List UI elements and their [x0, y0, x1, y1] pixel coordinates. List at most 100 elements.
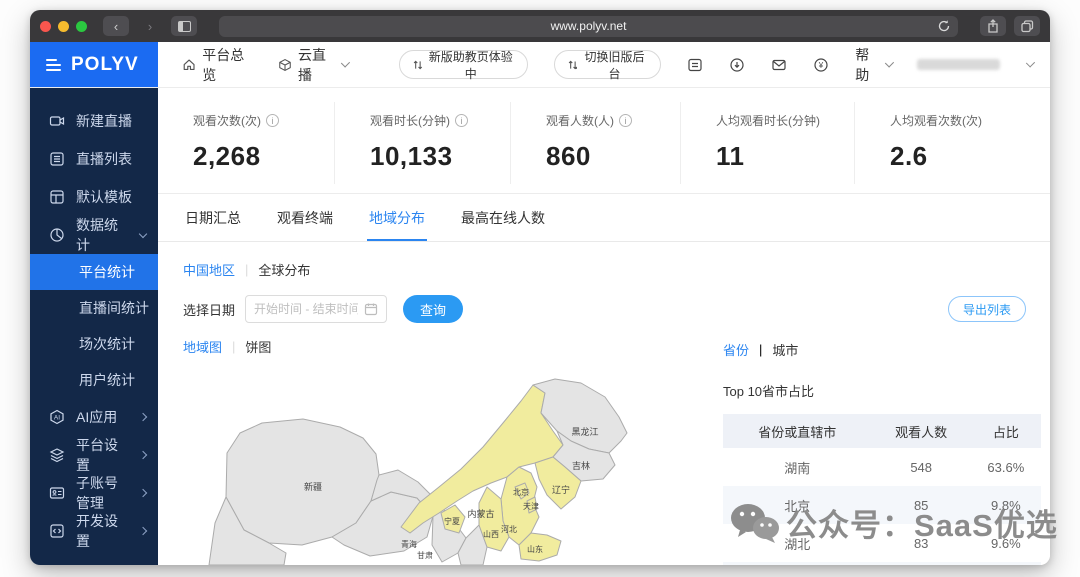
- tabs-icon: [1020, 19, 1033, 32]
- toggle-province[interactable]: 省份: [723, 340, 749, 359]
- stat-value: 10,133: [370, 141, 453, 171]
- sidebar-item-new-live[interactable]: 新建直播: [30, 102, 158, 140]
- query-button[interactable]: 查询: [403, 295, 464, 323]
- url-text: www.polyv.net: [550, 19, 627, 33]
- app-header: POLYV 平台总览 云直播 新版助教页体验中 切换旧版后台 ¥ 帮助: [30, 42, 1050, 88]
- stat-view-duration: 观看时长(分钟) i 10,133: [334, 102, 510, 184]
- back-button[interactable]: ‹: [103, 16, 129, 36]
- billing-button[interactable]: ¥: [813, 56, 829, 74]
- divider: |: [245, 262, 249, 277]
- reload-icon[interactable]: [937, 19, 951, 33]
- browser-titlebar: ‹ › www.polyv.net: [30, 10, 1050, 42]
- info-icon[interactable]: i: [266, 114, 279, 127]
- stat-value: 11: [716, 141, 745, 171]
- pie-chart-icon: [48, 227, 65, 244]
- minimize-window-button[interactable]: [58, 20, 69, 32]
- sidebar-item-dev-settings[interactable]: 开发设置: [30, 512, 158, 550]
- toggle-city[interactable]: 城市: [772, 340, 798, 359]
- code-icon: [48, 523, 65, 540]
- info-icon[interactable]: i: [455, 114, 468, 127]
- top10-title: Top 10省市占比: [723, 384, 815, 399]
- account-name-redacted[interactable]: [917, 59, 1000, 70]
- sidebar-item-label: 平台设置: [76, 437, 118, 473]
- chevron-right-icon: [138, 526, 148, 536]
- toggle-region-map[interactable]: 地域图: [183, 337, 222, 356]
- tab-max-online[interactable]: 最高在线人数: [459, 196, 547, 241]
- tab-overview-button[interactable]: [1014, 16, 1040, 36]
- sidebar-subitem-session-stats[interactable]: 场次统计: [30, 326, 158, 362]
- switch-arrows-icon: [413, 60, 423, 69]
- menu-icon[interactable]: [46, 58, 61, 71]
- tab-region-distribution[interactable]: 地域分布: [367, 196, 427, 241]
- menu-cloud-live[interactable]: 云直播: [278, 45, 351, 85]
- sidebar-item-platform-settings[interactable]: 平台设置: [30, 436, 158, 474]
- cell-pct: 5.4%: [970, 562, 1041, 565]
- china-map[interactable]: 新疆 黑龙江 吉林 辽宁 内蒙古 北京 天津 宁夏 山西 河北 山东 青海 甘肃: [165, 375, 713, 565]
- ai-icon: AI: [48, 409, 65, 426]
- sidebar-item-live-list[interactable]: 直播列表: [30, 140, 158, 178]
- toggle-global[interactable]: 全球分布: [258, 260, 310, 279]
- form-button[interactable]: [687, 56, 703, 74]
- chevron-right-icon: [138, 450, 148, 460]
- back-icon: ‹: [113, 18, 119, 34]
- template-icon: [48, 189, 65, 206]
- info-icon[interactable]: i: [619, 114, 632, 127]
- col-pct: 占比: [970, 414, 1041, 448]
- map-label: 甘肃: [417, 550, 433, 560]
- export-list-button[interactable]: 导出列表: [947, 296, 1026, 322]
- cell-province: 广东: [723, 562, 872, 565]
- date-filter-label: 选择日期: [183, 302, 236, 318]
- stat-label: 观看次数(次): [193, 114, 261, 128]
- col-province: 省份或直辖市: [723, 414, 872, 448]
- switch-old-console-button[interactable]: 切换旧版后台: [553, 50, 661, 81]
- stat-label: 观看时长(分钟): [370, 114, 450, 128]
- map-label: 山东: [527, 544, 543, 554]
- sidebar-item-ai-apps[interactable]: AI AI应用: [30, 398, 158, 436]
- toggle-pie-chart[interactable]: 饼图: [245, 337, 271, 356]
- list-icon: [48, 151, 65, 168]
- sidebar-subitem-user-stats[interactable]: 用户统计: [30, 362, 158, 398]
- date-range-input[interactable]: [245, 295, 388, 323]
- maximize-window-button[interactable]: [76, 20, 87, 32]
- table-row: 湖南 548 63.6%: [723, 448, 1041, 486]
- chevron-down-icon: [884, 58, 895, 68]
- sidebar-subitem-label: 平台统计: [79, 264, 135, 280]
- sidebar-item-label: 默认模板: [76, 189, 132, 205]
- tab-view-terminal[interactable]: 观看终端: [275, 196, 335, 241]
- stat-avg-views: 人均观看次数(次) 2.6: [854, 102, 1024, 184]
- chevron-down-icon: [1025, 58, 1035, 68]
- address-bar[interactable]: www.polyv.net: [219, 15, 958, 37]
- sidebar-toggle-button[interactable]: [171, 16, 197, 36]
- tab-date-summary[interactable]: 日期汇总: [183, 196, 243, 241]
- col-viewers: 观看人数: [871, 414, 971, 448]
- cell-viewers: 47: [871, 562, 971, 565]
- date-range-field[interactable]: [254, 302, 359, 316]
- forward-button[interactable]: ›: [137, 16, 163, 36]
- logo-block[interactable]: POLYV: [30, 42, 158, 87]
- sidebar-item-label: 数据统计: [76, 217, 118, 253]
- menu-platform-overview[interactable]: 平台总览: [182, 45, 252, 85]
- download-button[interactable]: [729, 56, 745, 74]
- sidebar-subitem-label: 用户统计: [79, 372, 135, 388]
- cell-pct: 63.6%: [987, 459, 1025, 475]
- share-button[interactable]: [980, 16, 1006, 36]
- cell-province: 湖南: [784, 460, 811, 476]
- sidebar-item-subaccount[interactable]: 子账号管理: [30, 474, 158, 512]
- stat-value: 860: [546, 141, 591, 171]
- table-header-row: 省份或直辖市 观看人数 占比: [723, 414, 1041, 448]
- message-button[interactable]: [771, 56, 787, 74]
- stat-value: 2,268: [193, 141, 261, 171]
- close-window-button[interactable]: [40, 20, 51, 32]
- watermark: 公众号：SaaS优选: [728, 500, 1058, 545]
- map-label: 黑龙江: [571, 426, 598, 437]
- sidebar-item-data-stats[interactable]: 数据统计: [30, 216, 158, 254]
- sidebar-subitem-platform-stats[interactable]: 平台统计: [30, 254, 158, 290]
- new-assistant-button[interactable]: 新版助教页体验中: [399, 50, 528, 81]
- sidebar-subitem-room-stats[interactable]: 直播间统计: [30, 290, 158, 326]
- chevron-down-icon: [138, 229, 148, 238]
- sidebar-item-default-template[interactable]: 默认模板: [30, 178, 158, 216]
- region-scope-toggle: 中国地区 | 全球分布: [158, 242, 1050, 279]
- help-menu[interactable]: 帮助: [855, 45, 895, 85]
- sidebar: 新建直播 直播列表 默认模板 数据统计 平台统计 直播间统计 场次统计 用户统计…: [30, 88, 158, 565]
- toggle-china-region[interactable]: 中国地区: [183, 260, 235, 279]
